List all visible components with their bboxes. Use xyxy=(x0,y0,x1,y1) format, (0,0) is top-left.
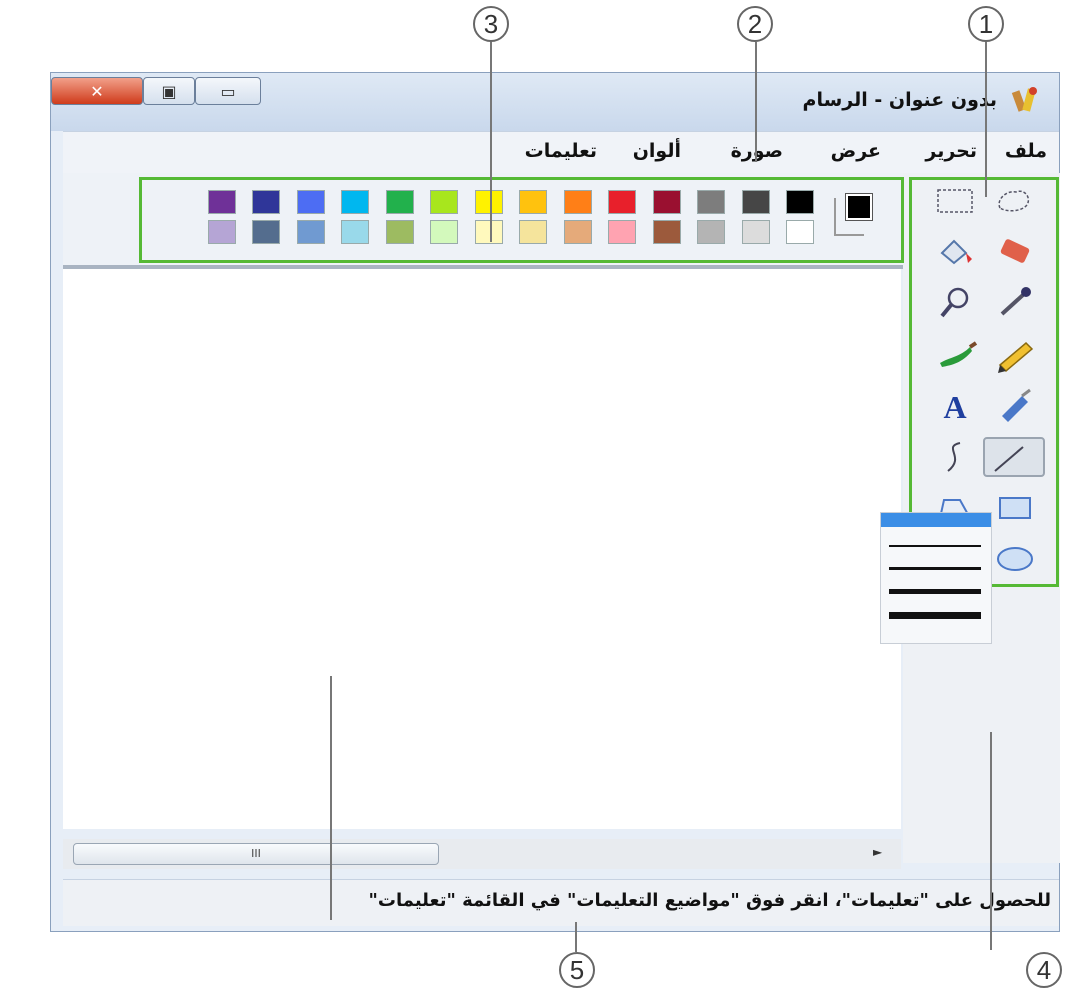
line-width-selected[interactable] xyxy=(881,513,991,527)
color-swatch[interactable] xyxy=(741,190,770,214)
color-swatch[interactable] xyxy=(207,190,236,214)
rectangle-icon xyxy=(999,497,1031,519)
color-swatch[interactable] xyxy=(652,190,681,214)
scroll-right-icon[interactable]: ► xyxy=(873,845,882,859)
free-form-select-icon xyxy=(998,190,1030,212)
color-swatch[interactable] xyxy=(697,220,725,244)
color-swatch[interactable] xyxy=(296,220,325,244)
color-swatch[interactable] xyxy=(786,190,814,214)
current-color-indicator xyxy=(834,190,874,240)
paint-app-icon xyxy=(1011,87,1037,112)
color-swatch[interactable] xyxy=(252,220,280,244)
tool-eraser[interactable] xyxy=(992,233,1038,273)
horizontal-scrollbar[interactable]: III ► xyxy=(63,839,901,869)
color-swatch[interactable] xyxy=(474,220,503,244)
line-width-2[interactable] xyxy=(889,545,981,547)
color-swatch[interactable] xyxy=(608,190,636,214)
tool-brush[interactable] xyxy=(932,335,978,375)
leader-line-2 xyxy=(755,42,757,162)
status-bar: للحصول على "تعليمات"، انقر فوق "مواضيع ا… xyxy=(63,879,1059,926)
menu-colors[interactable]: ألوان xyxy=(633,140,681,162)
color-swatch[interactable] xyxy=(430,220,458,244)
rect-select-icon xyxy=(937,189,973,213)
line-width-4[interactable] xyxy=(889,589,981,594)
color-swatch[interactable] xyxy=(563,220,592,244)
callout-5: 5 xyxy=(559,952,595,988)
color-swatch[interactable] xyxy=(252,190,280,214)
color-swatch[interactable] xyxy=(474,190,503,214)
svg-text:A: A xyxy=(943,389,966,425)
ellipse-icon xyxy=(997,547,1033,571)
tool-magnifier[interactable] xyxy=(932,284,978,324)
color-swatch[interactable] xyxy=(519,190,547,214)
scrollbar-thumb[interactable]: III xyxy=(73,843,439,865)
color-swatch[interactable] xyxy=(608,220,636,244)
leader-line-canvas xyxy=(330,676,332,920)
close-icon: ✕ xyxy=(90,81,104,101)
line-width-selector[interactable] xyxy=(880,512,992,644)
menu-help[interactable]: تعليمات xyxy=(525,140,597,162)
line-width-3[interactable] xyxy=(889,567,981,570)
callout-1: 1 xyxy=(968,6,1004,42)
color-swatch[interactable] xyxy=(341,220,369,244)
close-button[interactable]: ✕ xyxy=(51,77,143,105)
line-icon xyxy=(994,446,1024,472)
title-bar: ✕ ▣ ▭ بدون عنوان - الرسام xyxy=(51,73,1059,131)
color-swatch[interactable] xyxy=(341,190,369,214)
color-swatch[interactable] xyxy=(786,220,814,244)
magnifier-icon xyxy=(940,287,969,318)
menu-view[interactable]: عرض xyxy=(831,140,881,162)
tool-pencil[interactable] xyxy=(992,335,1038,375)
leader-line-3 xyxy=(490,42,492,242)
color-swatch[interactable] xyxy=(652,220,681,244)
callout-4: 4 xyxy=(1026,952,1062,988)
status-text: للحصول على "تعليمات"، انقر فوق "مواضيع ا… xyxy=(368,890,1051,911)
tool-airbrush[interactable] xyxy=(992,386,1038,426)
color-swatch[interactable] xyxy=(296,190,325,214)
menu-edit[interactable]: تحرير xyxy=(925,140,977,162)
color-swatch[interactable] xyxy=(519,220,547,244)
tool-fill-bucket[interactable] xyxy=(932,233,978,273)
eraser-icon xyxy=(1000,239,1030,263)
curve-icon xyxy=(947,442,961,472)
leader-line-1 xyxy=(985,42,987,197)
brush-icon xyxy=(940,341,978,367)
line-width-5[interactable] xyxy=(889,612,981,619)
tool-line[interactable] xyxy=(983,437,1045,477)
minimize-icon: ▭ xyxy=(220,81,236,101)
color-swatch[interactable] xyxy=(563,190,592,214)
foreground-color-swatch[interactable] xyxy=(845,193,873,221)
menu-bar: ملف تحرير عرض صورة ألوان تعليمات xyxy=(63,131,1059,175)
color-picker-icon xyxy=(1000,287,1031,316)
color-swatch[interactable] xyxy=(385,190,414,214)
window-title: بدون عنوان - الرسام xyxy=(802,89,997,111)
airbrush-icon xyxy=(1002,388,1031,422)
color-swatch[interactable] xyxy=(207,220,236,244)
color-swatch[interactable] xyxy=(430,190,458,214)
tool-ellipse[interactable] xyxy=(992,539,1038,579)
tool-color-picker[interactable] xyxy=(992,284,1038,324)
callout-2: 2 xyxy=(737,6,773,42)
tool-free-form-select[interactable] xyxy=(992,182,1038,222)
restore-icon: ▣ xyxy=(161,81,177,101)
minimize-button[interactable]: ▭ xyxy=(195,77,261,105)
tool-rectangle[interactable] xyxy=(992,488,1038,528)
tool-rect-select[interactable] xyxy=(932,182,978,222)
menu-file[interactable]: ملف xyxy=(1005,140,1047,162)
callout-3: 3 xyxy=(473,6,509,42)
pencil-icon xyxy=(998,341,1034,373)
leader-line-4 xyxy=(990,732,992,950)
fill-bucket-icon xyxy=(940,239,972,265)
restore-button[interactable]: ▣ xyxy=(143,77,195,105)
drawing-canvas[interactable] xyxy=(63,269,901,829)
color-swatch[interactable] xyxy=(741,220,770,244)
tool-text[interactable]: A xyxy=(932,386,978,426)
tool-curve[interactable] xyxy=(932,437,978,477)
color-swatch[interactable] xyxy=(385,220,414,244)
leader-line-5 xyxy=(575,922,577,952)
color-swatch[interactable] xyxy=(697,190,725,214)
text-icon: A xyxy=(943,389,966,425)
